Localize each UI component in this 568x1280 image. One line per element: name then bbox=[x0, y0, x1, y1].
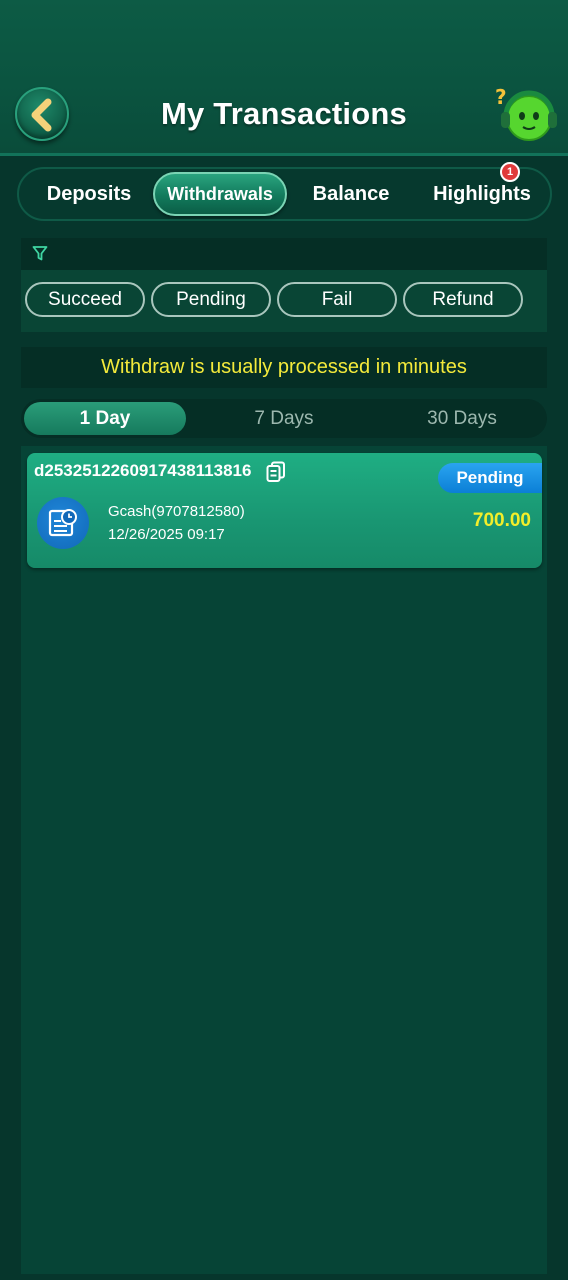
filter-chip-refund[interactable]: Refund bbox=[403, 282, 523, 317]
transaction-type-tabs: Deposits Withdrawals Balance Highlights bbox=[17, 167, 552, 221]
transaction-amount: 700.00 bbox=[472, 510, 531, 531]
support-agent-button[interactable]: ? bbox=[492, 84, 558, 146]
transaction-history-icon bbox=[37, 497, 89, 549]
transaction-list bbox=[21, 446, 547, 1274]
app-header: My Transactions ? bbox=[0, 0, 568, 156]
page-title: My Transactions bbox=[161, 96, 407, 131]
filter-chip-pending[interactable]: Pending bbox=[151, 282, 271, 317]
processing-notice: Withdraw is usually processed in minutes bbox=[21, 347, 547, 388]
range-1-day[interactable]: 1 Day bbox=[24, 402, 186, 435]
status-badge: Pending bbox=[438, 463, 542, 493]
tab-balance[interactable]: Balance bbox=[299, 172, 403, 216]
transaction-time: 12/26/2025 09:17 bbox=[108, 526, 225, 543]
date-range-selector: 1 Day 7 Days 30 Days bbox=[21, 399, 547, 438]
support-agent-icon: ? bbox=[495, 85, 557, 141]
svg-text:?: ? bbox=[495, 85, 507, 109]
range-30-days[interactable]: 30 Days bbox=[381, 402, 543, 435]
tab-deposits[interactable]: Deposits bbox=[33, 172, 145, 216]
filter-icon[interactable] bbox=[32, 245, 48, 262]
tab-highlights[interactable]: Highlights bbox=[423, 172, 541, 216]
filter-chip-succeed[interactable]: Succeed bbox=[25, 282, 145, 317]
payment-method: Gcash(9707812580) bbox=[108, 503, 245, 520]
transaction-card[interactable]: d2532512260917438113816 Pending Gcash(97… bbox=[27, 453, 542, 568]
filter-chip-fail[interactable]: Fail bbox=[277, 282, 397, 317]
tab-withdrawals[interactable]: Withdrawals bbox=[153, 172, 287, 216]
order-id: d2532512260917438113816 bbox=[34, 461, 252, 480]
range-7-days[interactable]: 7 Days bbox=[203, 402, 365, 435]
filter-bar bbox=[21, 238, 547, 270]
status-filter-panel: Succeed Pending Fail Refund bbox=[21, 238, 547, 332]
copy-icon[interactable] bbox=[266, 461, 286, 483]
highlights-badge: 1 bbox=[500, 162, 520, 182]
